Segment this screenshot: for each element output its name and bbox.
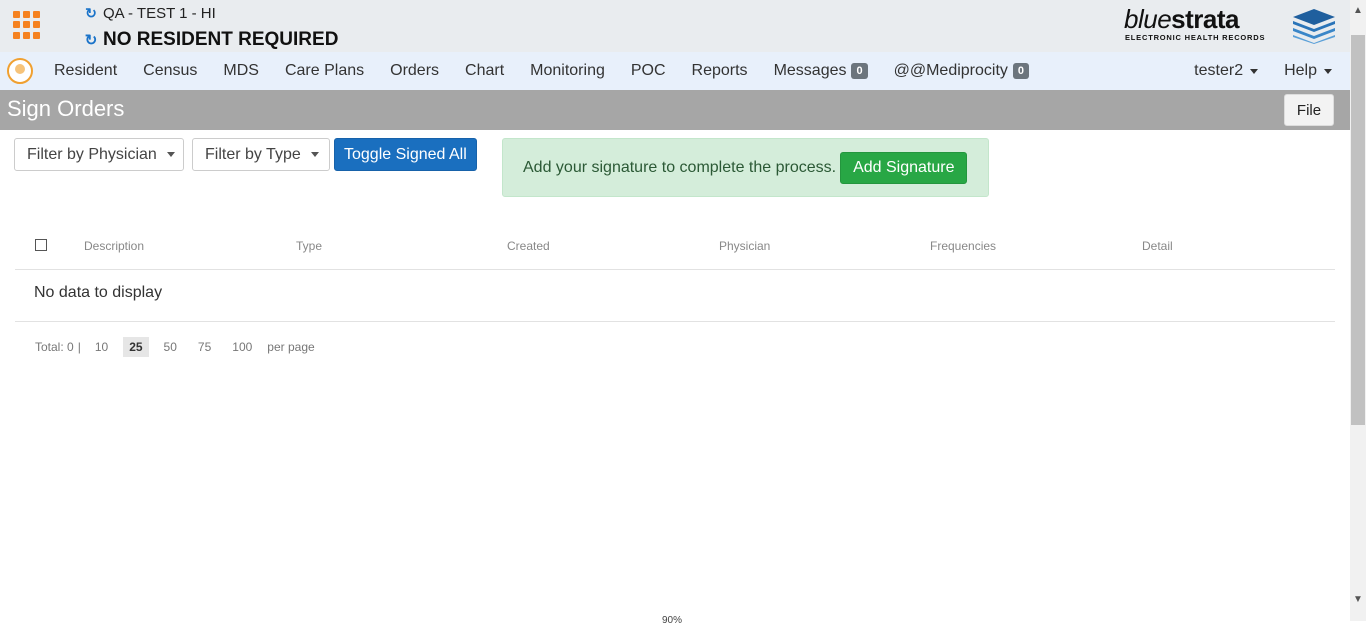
add-signature-button[interactable]: Add Signature — [840, 151, 968, 184]
logo-wordmark: bluestrata — [1124, 4, 1239, 34]
scroll-down-icon[interactable]: ▼ — [1350, 591, 1366, 607]
pager-separator: | — [77, 340, 81, 354]
nav-care-plans[interactable]: Care Plans — [272, 52, 377, 90]
facility-name: QA - TEST 1 - HI — [103, 5, 216, 22]
nurse-avatar-icon[interactable] — [7, 58, 33, 84]
main-nav: Resident Census MDS Care Plans Orders Ch… — [0, 52, 1350, 90]
resident-selector[interactable]: ↻ NO RESIDENT REQUIRED — [83, 29, 339, 51]
nav-mediprocity[interactable]: @@Mediprocity 0 — [881, 52, 1042, 90]
chevron-down-icon — [310, 152, 319, 157]
page-title: Sign Orders — [7, 96, 125, 121]
nav-mds[interactable]: MDS — [210, 52, 272, 90]
facility-selector[interactable]: ↻ QA - TEST 1 - HI — [83, 5, 216, 22]
chevron-down-icon — [1324, 68, 1332, 74]
app-menu-icon[interactable] — [13, 11, 41, 39]
per-page-label: per page — [267, 340, 315, 354]
nav-reports[interactable]: Reports — [679, 52, 761, 90]
nav-chart[interactable]: Chart — [452, 52, 517, 90]
select-all-checkbox[interactable] — [35, 239, 47, 251]
page-header: Sign Orders — [0, 90, 1350, 130]
user-menu[interactable]: tester2 — [1181, 52, 1271, 90]
page-size-25[interactable]: 25 — [123, 337, 149, 357]
toggle-signed-all-button[interactable]: Toggle Signed All — [334, 138, 477, 171]
column-physician[interactable]: Physician — [719, 239, 770, 253]
resident-name: NO RESIDENT REQUIRED — [103, 29, 339, 50]
page-size-50[interactable]: 50 — [158, 337, 183, 357]
bluestrata-logo: bluestrata ELECTRONIC HEALTH RECORDS — [1124, 6, 1336, 46]
empty-message: No data to display — [34, 284, 163, 301]
grid-empty-row: No data to display — [15, 271, 1335, 322]
page-size-10[interactable]: 10 — [89, 337, 114, 357]
logo-subtitle: ELECTRONIC HEALTH RECORDS — [1125, 33, 1266, 42]
chevron-down-icon — [1250, 68, 1259, 74]
filter-physician-dropdown[interactable]: Filter by Physician — [14, 138, 184, 171]
user-name: tester2 — [1194, 62, 1244, 79]
nav-resident[interactable]: Resident — [41, 52, 130, 90]
help-label: Help — [1284, 62, 1317, 79]
pager: Total: 0 | 10 25 50 75 100 per page — [35, 336, 315, 358]
grid-header: Description Type Created Physician Frequ… — [15, 228, 1335, 270]
messages-label: Messages — [773, 62, 847, 79]
nav-orders[interactable]: Orders — [377, 52, 452, 90]
filter-type-label: Filter by Type — [205, 145, 301, 163]
refresh-icon[interactable]: ↻ — [83, 31, 99, 49]
nav-messages[interactable]: Messages 0 — [761, 52, 881, 90]
scrollbar-thumb[interactable] — [1351, 35, 1365, 425]
pager-total: Total: 0 — [35, 340, 74, 354]
scroll-up-icon[interactable]: ▲ — [1350, 2, 1366, 18]
layers-icon — [1293, 9, 1335, 44]
filter-type-dropdown[interactable]: Filter by Type — [192, 138, 330, 171]
help-menu[interactable]: Help — [1271, 52, 1350, 90]
nav-census[interactable]: Census — [130, 52, 210, 90]
page-size-75[interactable]: 75 — [192, 337, 217, 357]
alert-message: Add your signature to complete the proce… — [523, 158, 837, 176]
mediprocity-label: @@Mediprocity — [893, 62, 1008, 79]
column-description[interactable]: Description — [84, 239, 144, 253]
column-frequencies[interactable]: Frequencies — [930, 239, 996, 253]
refresh-icon[interactable]: ↻ — [83, 5, 99, 22]
mediprocity-count-badge: 0 — [1012, 63, 1030, 79]
top-bar: ↻ QA - TEST 1 - HI ↻ NO RESIDENT REQUIRE… — [0, 0, 1350, 52]
column-created[interactable]: Created — [507, 239, 550, 253]
nav-poc[interactable]: POC — [618, 52, 679, 90]
column-detail[interactable]: Detail — [1142, 239, 1173, 253]
messages-count-badge: 0 — [851, 63, 868, 79]
column-type[interactable]: Type — [296, 239, 322, 253]
signature-alert: Add your signature to complete the proce… — [502, 138, 989, 197]
filter-physician-label: Filter by Physician — [27, 145, 157, 163]
nav-monitoring[interactable]: Monitoring — [517, 52, 618, 90]
file-button[interactable]: File — [1284, 94, 1334, 126]
page-size-100[interactable]: 100 — [226, 337, 258, 357]
chevron-down-icon — [166, 152, 175, 157]
